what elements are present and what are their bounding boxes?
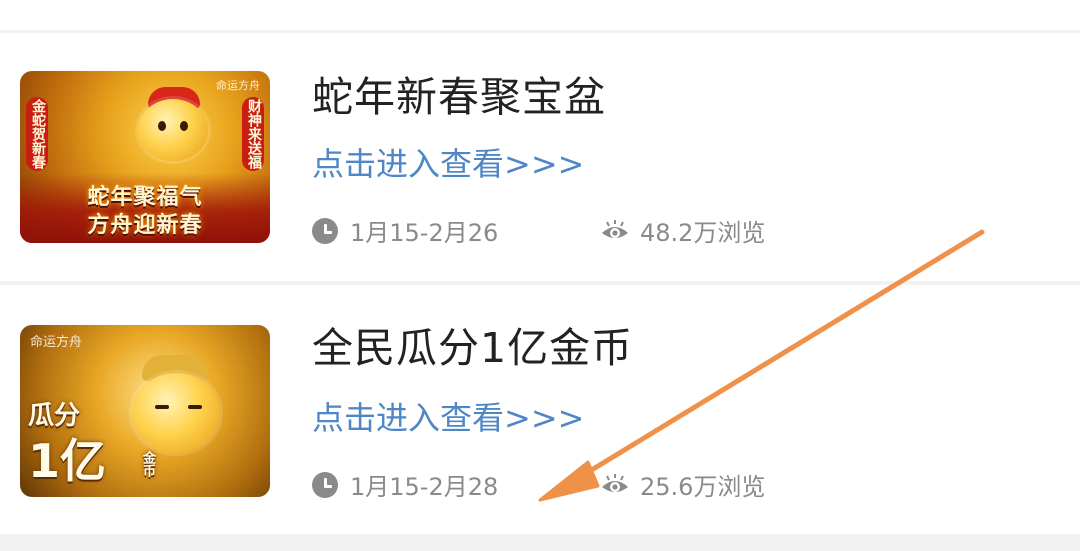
item-date: 1月15-2月28 xyxy=(312,467,498,502)
mascot-eye xyxy=(158,121,166,131)
date-text: 1月15-2月28 xyxy=(350,473,499,501)
eye-icon xyxy=(602,219,628,238)
thumbnail-promo-line3: 金币 xyxy=(140,451,155,477)
view-details-link[interactable]: 点击进入查看>>> xyxy=(312,139,584,185)
views-text: 25.6万浏览 xyxy=(640,473,766,501)
clock-icon xyxy=(312,217,338,244)
mascot-eye xyxy=(188,405,202,409)
mascot-eye xyxy=(155,405,169,409)
item-title[interactable]: 全民瓜分1亿金币 xyxy=(312,314,633,374)
list-item[interactable]: 命运方舟 瓜分 1亿 金币 全民瓜分1亿金币 点击进入查看>>> 1月15-2月… xyxy=(0,285,1080,534)
mascot-eye xyxy=(180,121,188,131)
item-views: 25.6万浏览 xyxy=(600,467,765,502)
clock-icon xyxy=(312,471,338,498)
thumbnail-side-text-left: 金蛇贺新春 xyxy=(26,97,48,171)
thumbnail-promo-line2: 方舟迎新春 xyxy=(87,213,203,238)
views-text: 48.2万浏览 xyxy=(640,219,766,247)
thumbnail-brand: 命运方舟 xyxy=(30,335,83,350)
mascot-image xyxy=(132,373,220,453)
eye-icon xyxy=(602,473,628,492)
previous-card-bottom xyxy=(0,0,1080,30)
thumbnail-promo-line2: 1亿 xyxy=(28,434,107,488)
date-text: 1月15-2月26 xyxy=(350,219,499,247)
view-details-link[interactable]: 点击进入查看>>> xyxy=(312,393,584,439)
thumbnail-brand: 命运方舟 xyxy=(216,79,260,92)
item-thumbnail[interactable]: 命运方舟 瓜分 1亿 金币 xyxy=(20,325,270,497)
item-views: 48.2万浏览 xyxy=(600,213,765,248)
mascot-image xyxy=(138,99,208,161)
item-thumbnail[interactable]: 金蛇贺新春 财神来送福 命运方舟 蛇年聚福气 方舟迎新春 xyxy=(20,71,270,243)
list-item[interactable]: 金蛇贺新春 财神来送福 命运方舟 蛇年聚福气 方舟迎新春 蛇年新春聚宝盆 点击进… xyxy=(0,33,1080,281)
thumbnail-side-text-right: 财神来送福 xyxy=(242,97,264,171)
item-date: 1月15-2月26 xyxy=(312,213,498,248)
item-title[interactable]: 蛇年新春聚宝盆 xyxy=(312,63,606,123)
